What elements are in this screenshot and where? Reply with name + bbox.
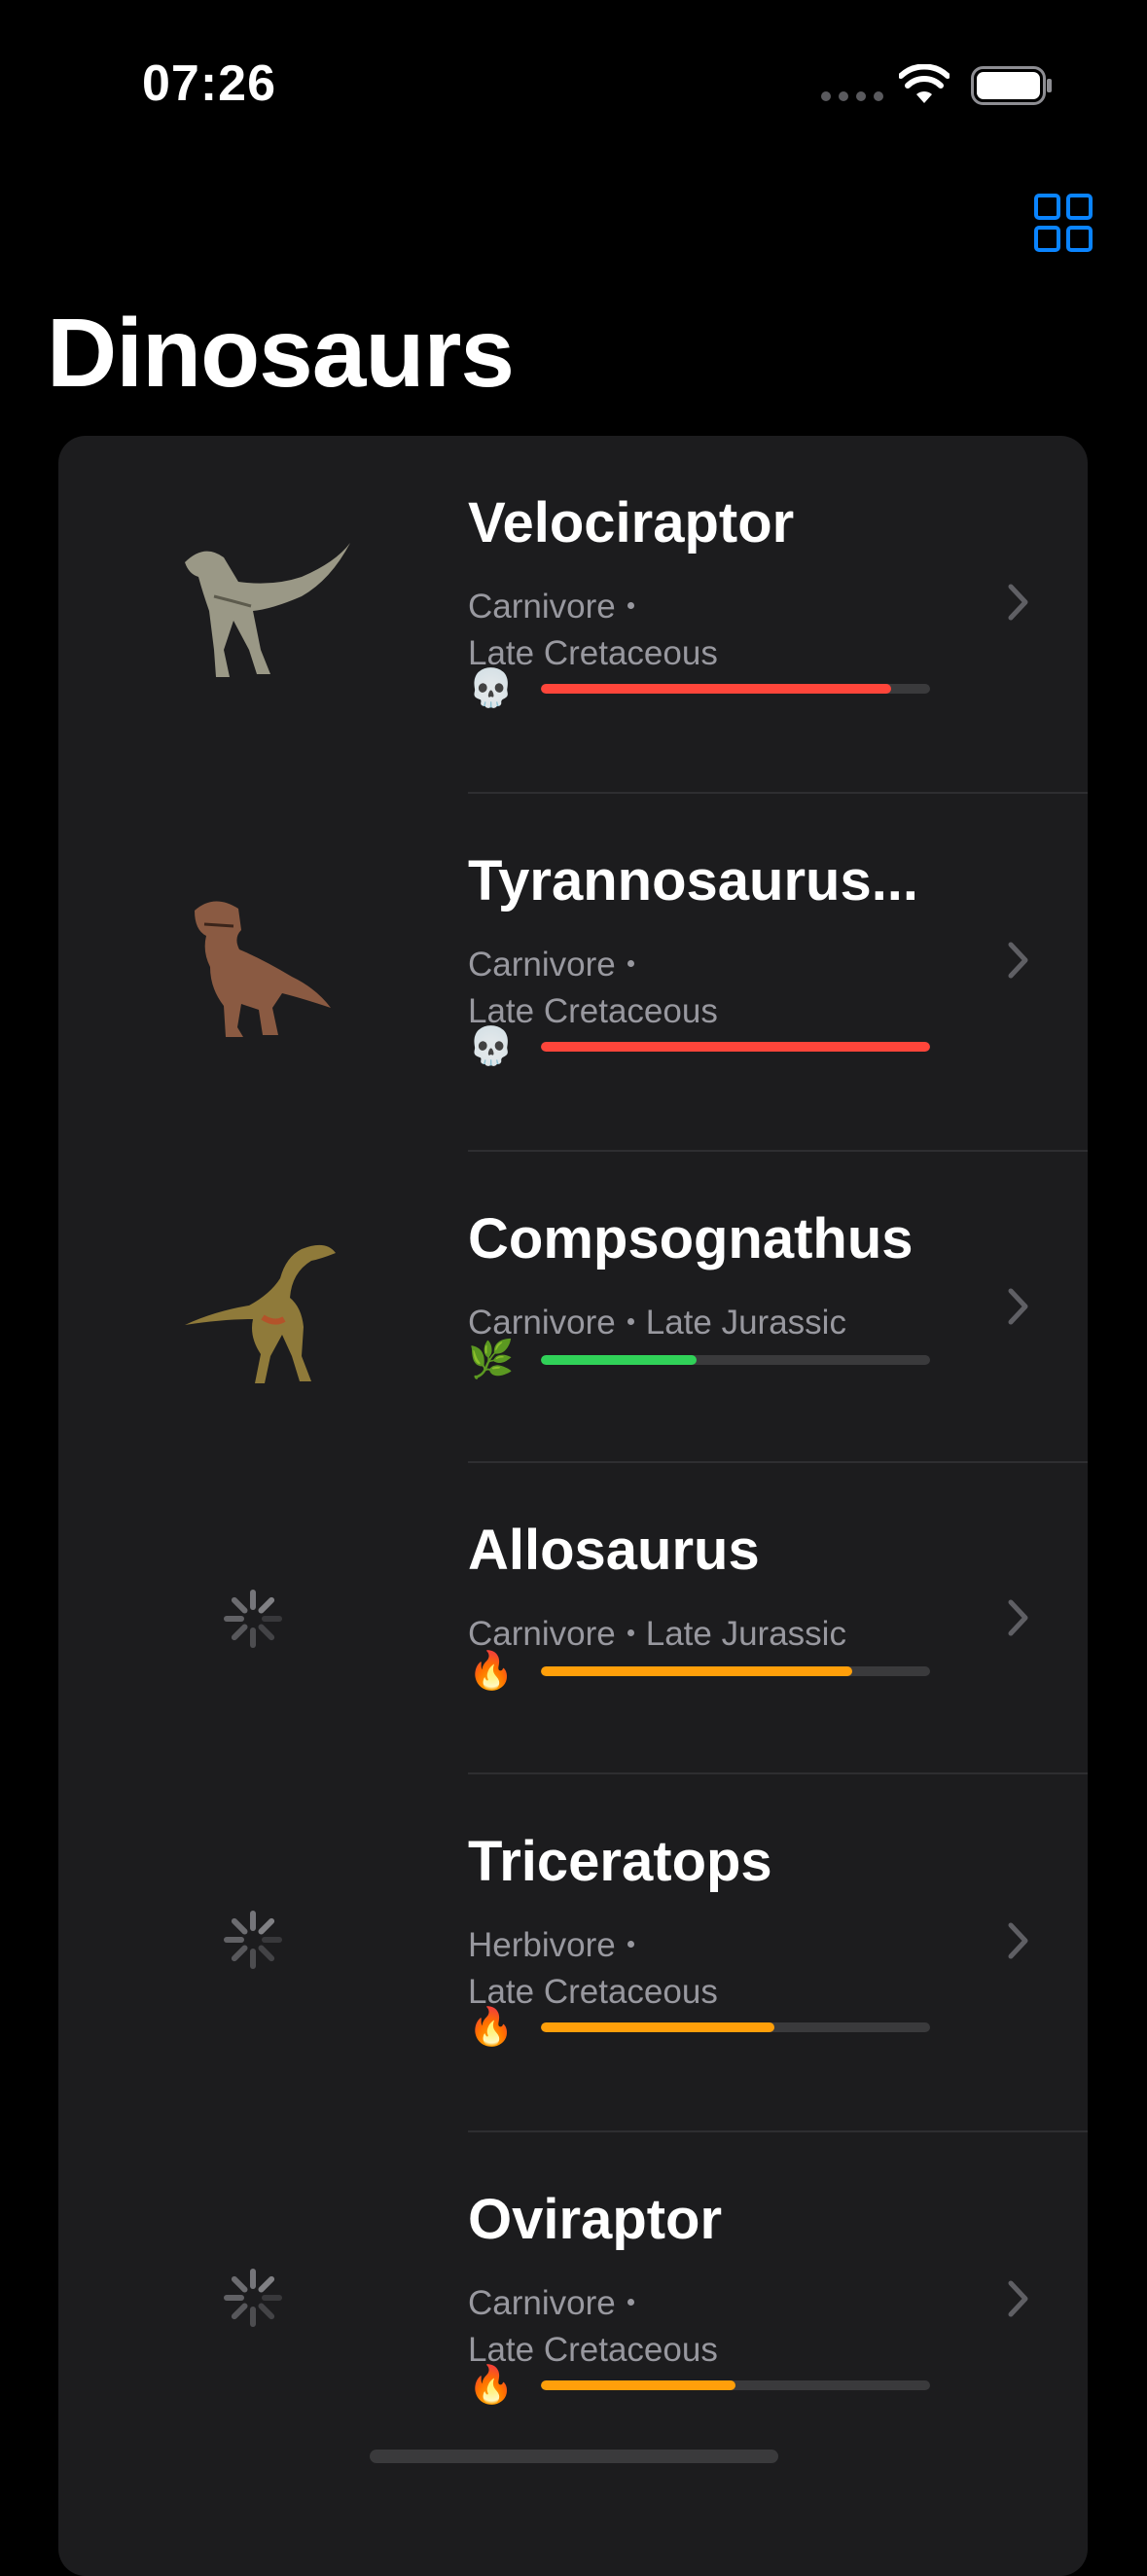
dinosaur-thumbnail bbox=[156, 1521, 350, 1716]
dinosaur-row[interactable]: Oviraptor Carnivore Late Cretaceous 🔥 bbox=[58, 2132, 1088, 2490]
dinosaur-thumbnail bbox=[156, 1843, 350, 2037]
danger-level-bar bbox=[541, 1355, 930, 1365]
home-indicator bbox=[370, 2450, 778, 2463]
dinosaur-meta: Carnivore Late Cretaceous bbox=[468, 942, 718, 1035]
danger-level-fill bbox=[541, 1355, 697, 1365]
danger-level-fill bbox=[541, 2380, 735, 2390]
danger-level-fill bbox=[541, 684, 891, 694]
dinosaur-row[interactable]: Triceratops Herbivore Late Cretaceous 🔥 bbox=[58, 1774, 1088, 2132]
separator-dot bbox=[627, 1629, 634, 1637]
dinosaur-row[interactable]: Allosaurus Carnivore Late Jurassic 🔥 bbox=[58, 1463, 1088, 1774]
separator-dot bbox=[627, 1941, 634, 1949]
wifi-icon bbox=[899, 64, 950, 103]
danger-level-bar bbox=[541, 2022, 930, 2032]
diet-label: Carnivore bbox=[468, 1615, 616, 1653]
cellular-signal-icon bbox=[821, 91, 883, 101]
skull-icon: 💀 bbox=[468, 668, 515, 709]
dinosaur-thumbnail bbox=[156, 862, 350, 1056]
dinosaur-row[interactable]: Velociraptor Carnivore Late Cretaceous 💀 bbox=[58, 436, 1088, 794]
loading-spinner-icon bbox=[224, 2269, 282, 2327]
danger-level-bar bbox=[541, 1042, 930, 1052]
separator-dot bbox=[627, 1318, 634, 1326]
status-time: 07:26 bbox=[142, 55, 276, 112]
fire-icon: 🔥 bbox=[468, 2007, 515, 2048]
dinosaur-name: Triceratops bbox=[468, 1830, 772, 1893]
dinosaur-list: Velociraptor Carnivore Late Cretaceous 💀 Tyr… bbox=[58, 436, 1088, 2576]
compsognathus-image bbox=[185, 1244, 336, 1383]
danger-level-bar bbox=[541, 684, 930, 694]
dinosaur-thumbnail bbox=[156, 1210, 350, 1405]
dinosaur-meta: Carnivore Late Jurassic bbox=[468, 1300, 846, 1346]
danger-level-fill bbox=[541, 1042, 930, 1052]
diet-label: Herbivore bbox=[468, 1926, 616, 1964]
chevron-right-icon bbox=[1008, 1922, 1028, 1959]
dinosaur-row[interactable]: Compsognathus Carnivore Late Jurassic 🌿 bbox=[58, 1152, 1088, 1463]
grid-icon bbox=[1034, 194, 1093, 252]
chevron-right-icon bbox=[1008, 2280, 1028, 2317]
loading-spinner-icon bbox=[224, 1590, 282, 1648]
diet-label: Carnivore bbox=[468, 2284, 616, 2322]
chevron-right-icon bbox=[1008, 1599, 1028, 1636]
dinosaur-meta: Carnivore Late Cretaceous bbox=[468, 2280, 718, 2374]
leaf-icon: 🌿 bbox=[468, 1340, 515, 1380]
danger-level-fill bbox=[541, 1666, 852, 1676]
dinosaur-name: Oviraptor bbox=[468, 2188, 723, 2251]
danger-level-fill bbox=[541, 2022, 774, 2032]
dinosaur-name: Tyrannosaurus... bbox=[468, 849, 919, 912]
dinosaur-name: Compsognathus bbox=[468, 1207, 914, 1270]
separator-dot bbox=[627, 960, 634, 968]
battery-icon bbox=[971, 66, 1052, 105]
separator-dot bbox=[627, 2299, 634, 2307]
diet-label: Carnivore bbox=[468, 946, 616, 984]
status-bar: 07:26 bbox=[0, 0, 1147, 165]
period-label: Late Jurassic bbox=[645, 1615, 846, 1653]
dinosaur-meta: Herbivore Late Cretaceous bbox=[468, 1922, 718, 2016]
dinosaur-thumbnail bbox=[156, 504, 350, 698]
fire-icon: 🔥 bbox=[468, 1651, 515, 1692]
skull-icon: 💀 bbox=[468, 1026, 515, 1067]
dinosaur-meta: Carnivore Late Cretaceous bbox=[468, 584, 718, 677]
grid-layout-button[interactable] bbox=[1033, 193, 1093, 253]
fire-icon: 🔥 bbox=[468, 2365, 515, 2406]
loading-spinner-icon bbox=[224, 1911, 282, 1969]
danger-level-bar bbox=[541, 2380, 930, 2390]
page-title: Dinosaurs bbox=[47, 299, 515, 408]
dinosaur-name: Velociraptor bbox=[468, 491, 795, 555]
diet-label: Carnivore bbox=[468, 1304, 616, 1342]
dinosaur-meta: Carnivore Late Jurassic bbox=[468, 1611, 846, 1658]
danger-level-bar bbox=[541, 1666, 930, 1676]
chevron-right-icon bbox=[1008, 584, 1028, 621]
dinosaur-name: Allosaurus bbox=[468, 1519, 760, 1582]
velociraptor-image bbox=[185, 543, 350, 677]
tyrannosaurus-image bbox=[195, 901, 331, 1037]
chevron-right-icon bbox=[1008, 942, 1028, 979]
diet-label: Carnivore bbox=[468, 588, 616, 626]
period-label: Late Jurassic bbox=[645, 1304, 846, 1342]
dinosaur-thumbnail bbox=[156, 2200, 350, 2395]
separator-dot bbox=[627, 602, 634, 610]
dinosaur-row[interactable]: Tyrannosaurus... Carnivore Late Cretaceous… bbox=[58, 794, 1088, 1152]
chevron-right-icon bbox=[1008, 1288, 1028, 1325]
